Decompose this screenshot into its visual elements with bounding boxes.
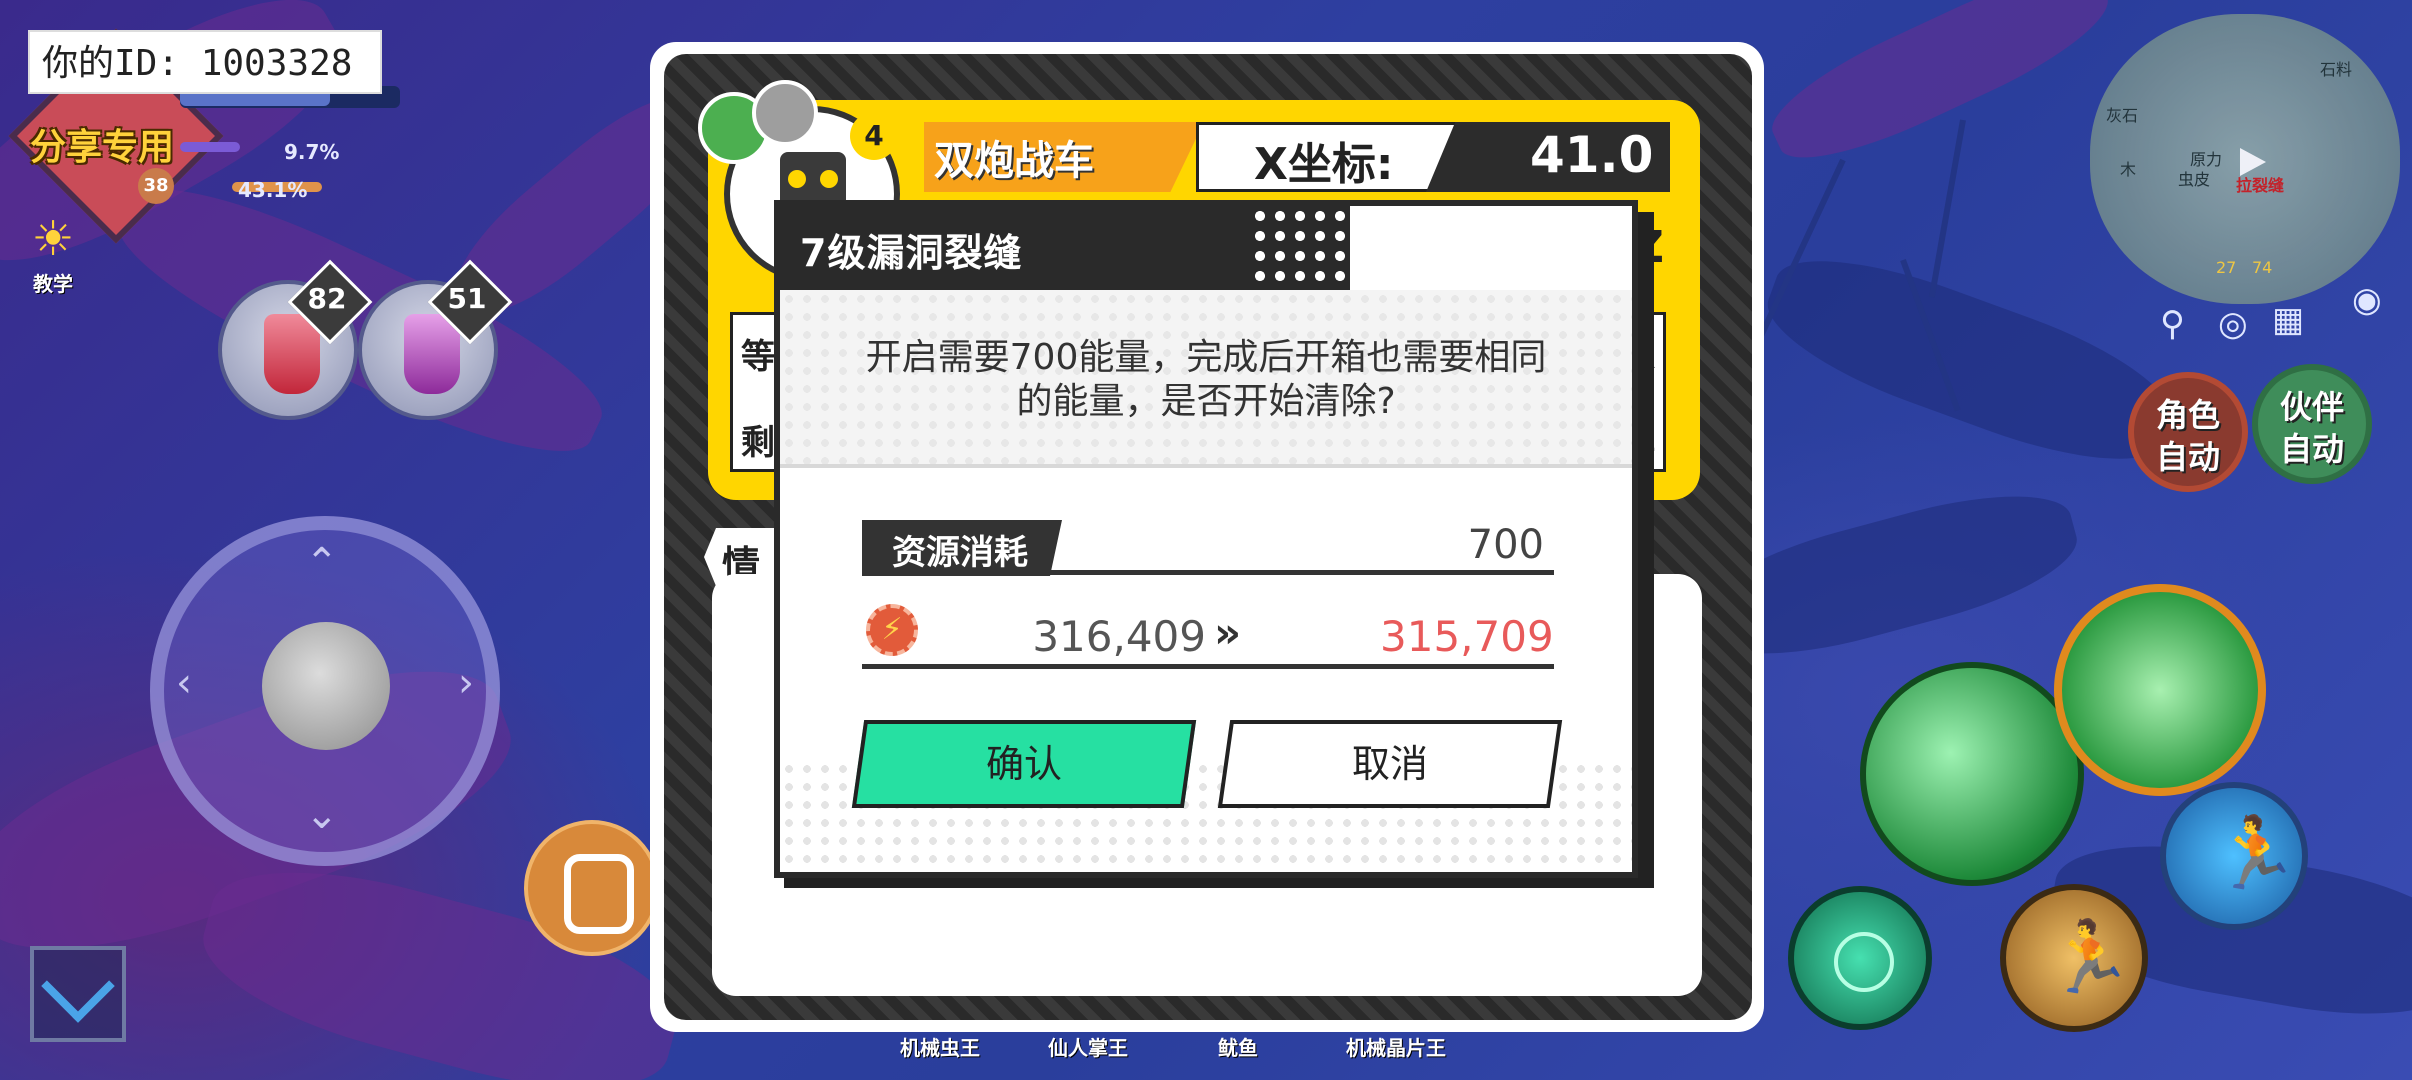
dialog-message-line-2: 的能量，是否开始清除? [1016,381,1396,422]
runner-icon: 🏃 [2046,916,2134,998]
resource-cost-underline [862,570,1554,575]
boss-name: 机械晶片王 [1346,1036,1446,1060]
resource-cost-label: 资源消耗 [892,533,1028,573]
tutorial-label: 教学 [33,272,73,296]
confirm-button[interactable]: 确认 [858,720,1190,808]
map-icon[interactable]: ▦ [2272,300,2304,340]
joystick-up-arrow-icon: ⌃ [305,540,339,586]
dialog-divider [780,464,1632,468]
role-auto-button[interactable]: 角色 自动 [2128,372,2248,492]
joystick-knob[interactable] [262,622,390,750]
dialog-header-accent [1350,206,1632,290]
target-icon[interactable]: ◎ [2218,304,2248,344]
boss-name: 仙人掌王 [1048,1036,1128,1060]
minimap-label: 石料 [2320,60,2353,79]
x-coordinate-label: X坐标: [1254,139,1394,190]
share-only-label: 分享专用 [30,127,175,168]
minimap[interactable]: 石料 灰石 原力 虫皮 木 27 74 拉裂缝 [2090,14,2400,304]
lightbulb-icon: ☀ [31,211,75,267]
joystick-left-arrow-icon: ‹ [176,660,192,706]
entity-level-badge: 4 [850,112,898,160]
stat-percent-2: 43.1% [238,178,308,202]
sprint-skill-button[interactable]: 🏃 [2000,884,2148,1032]
stat-percent-1: 9.7% [284,140,340,164]
partner-auto-button[interactable]: 伙伴 自动 [2252,364,2372,484]
boss-name: 机械虫王 [900,1036,980,1060]
player-arrow-icon [2240,148,2266,176]
skill-slash-button[interactable] [2054,584,2266,796]
dialog-title: 7级漏洞裂缝 [800,231,1023,275]
x-coordinate-value: 41.0 [1530,126,1654,184]
energy-underline [862,664,1554,669]
cancel-button[interactable]: 取消 [1224,720,1556,808]
primary-attack-button[interactable] [1860,662,2084,886]
entity-name: 双炮战车 [934,138,1094,184]
running-figure-icon: 🏃 [2212,812,2300,894]
chevron-down-icon [41,949,115,1023]
role-auto-label: 角色 自动 [2155,396,2220,476]
double-chevron-right-icon: » [1214,608,1242,657]
energy-after: 315,709 [1380,612,1554,661]
player-id-label: 你的ID: 1003328 [28,30,382,94]
red-potion-count: 82 [307,282,347,315]
stat-left-label-1: 等 [741,337,775,377]
tutorial-button[interactable]: ☀ 教学 [18,210,88,297]
camera-view-button[interactable] [30,946,126,1042]
xp-bar-fill [180,142,240,152]
purple-potion-count: 51 [447,282,487,315]
minimap-label: 虫皮 [2178,170,2211,189]
dialog-message-line-1: 开启需要700能量，完成后开箱也需要相同 [865,337,1547,378]
wrench-icon [752,80,818,146]
dialog-header-pattern [1250,206,1350,290]
location-pin-icon[interactable]: ⚲ [2160,304,2185,344]
level-badge: 38 [138,168,174,204]
dialog-message: 开启需要700能量，完成后开箱也需要相同 的能量，是否开始清除? [800,336,1612,424]
stat-left-label-2: 剩 [741,423,775,463]
minimap-label: 木 [2120,160,2137,179]
partner-auto-label: 伙伴 自动 [2279,388,2344,468]
energy-current: 316,409 [1032,612,1206,661]
joystick-right-arrow-icon: › [458,660,474,706]
backpack-button[interactable] [524,820,660,956]
dash-skill-button[interactable]: 🏃 [2160,782,2308,930]
resource-cost-value: 700 [1467,522,1544,568]
energy-icon: ⚡ [866,604,918,656]
joystick-down-arrow-icon: ⌄ [305,792,339,838]
minimap-label: 灰石 [2106,106,2139,125]
minimap-label: 74 [2252,258,2273,277]
eye-icon[interactable]: ◉ [2352,280,2382,320]
minimap-label: 27 [2216,258,2237,277]
backpack-icon [564,854,634,934]
crosshair-icon [1834,932,1894,992]
crosshair-skill-button[interactable] [1788,886,1932,1030]
boss-name: 鱿鱼 [1218,1036,1258,1060]
